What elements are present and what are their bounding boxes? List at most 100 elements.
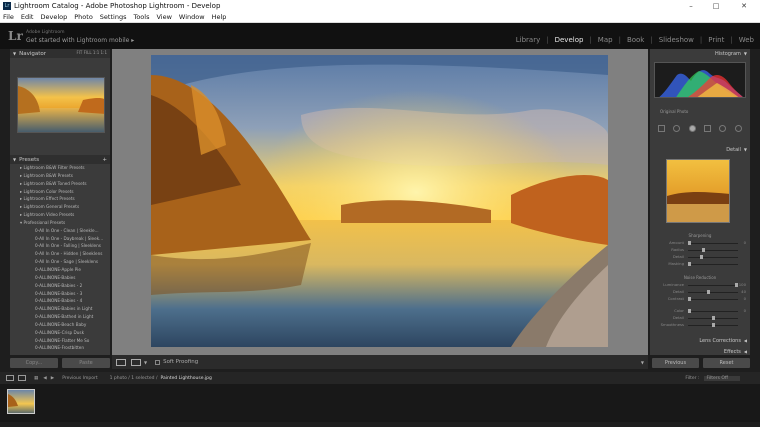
maximize-button[interactable]: □ bbox=[705, 0, 727, 12]
filmstrip-source[interactable]: Previous Import bbox=[62, 376, 97, 381]
preset-item[interactable]: 0-ALLINONE-Crisp Dusk bbox=[10, 329, 110, 337]
menu-file[interactable]: File bbox=[3, 13, 14, 21]
menu-help[interactable]: Help bbox=[212, 13, 227, 21]
navigator-header[interactable]: ▼ Navigator FIT FILL 1:1 1:1 bbox=[10, 49, 110, 58]
slider-knob[interactable] bbox=[688, 262, 691, 266]
paste-button[interactable]: Paste bbox=[62, 358, 110, 368]
red-eye-icon[interactable] bbox=[688, 124, 696, 132]
preset-item[interactable]: 0-ALLINONE-Babies in Light bbox=[10, 305, 110, 313]
mobile-prompt[interactable]: Get started with Lightroom mobile ▸ bbox=[26, 37, 134, 44]
contrast-slider[interactable]: Contrast 0 bbox=[656, 296, 746, 302]
module-web[interactable]: Web bbox=[739, 36, 754, 44]
menu-develop[interactable]: Develop bbox=[40, 13, 67, 21]
masking-slider[interactable]: Masking bbox=[656, 261, 746, 267]
slider-knob[interactable] bbox=[702, 248, 706, 252]
zoom-options[interactable]: FIT FILL 1:1 1:1 bbox=[76, 50, 107, 55]
close-button[interactable]: ✕ bbox=[733, 0, 755, 12]
preset-folder[interactable]: ▸ Lightroom B&W Filter Presets bbox=[10, 164, 110, 172]
brush-tool-icon[interactable] bbox=[734, 124, 742, 132]
amount-slider[interactable]: Amount 0 bbox=[656, 240, 746, 246]
dropdown-icon[interactable]: ▼ bbox=[144, 360, 147, 365]
slider-knob[interactable] bbox=[688, 241, 691, 245]
menu-view[interactable]: View bbox=[156, 13, 171, 21]
main-photo[interactable] bbox=[151, 55, 608, 347]
preset-item[interactable]: 0-ALLINONE-Apple Pie bbox=[10, 266, 110, 274]
preset-item[interactable]: 0-All In One - Hidden | Sleeklens bbox=[10, 250, 110, 258]
filter-dropdown[interactable]: Filters Off bbox=[704, 375, 740, 381]
menu-edit[interactable]: Edit bbox=[21, 13, 34, 21]
preset-item[interactable]: 0-All In One - Clean | Sleekle... bbox=[10, 227, 110, 235]
filename: Painted Lighthouse.jpg bbox=[160, 375, 212, 381]
preset-folder[interactable]: ▾ Professional Presets bbox=[10, 219, 110, 227]
loupe-view-icon[interactable] bbox=[116, 358, 126, 366]
monitor-2-icon[interactable] bbox=[18, 375, 26, 381]
lens-corrections-header[interactable]: Lens Corrections ◀ bbox=[650, 336, 750, 345]
toolbar-menu-icon[interactable]: ▼ bbox=[641, 360, 644, 365]
menu-window[interactable]: Window bbox=[179, 13, 205, 21]
radial-filter-icon[interactable] bbox=[719, 124, 727, 132]
preset-item[interactable]: 0-All In One - Falling | Sleeklens bbox=[10, 242, 110, 250]
add-icon[interactable]: + bbox=[102, 157, 107, 163]
radius-slider[interactable]: Radius bbox=[656, 247, 746, 253]
slider-knob[interactable] bbox=[735, 283, 738, 287]
effects-header[interactable]: Effects ◀ bbox=[650, 347, 750, 356]
preset-folder[interactable]: ▸ Lightroom Effect Presets bbox=[10, 195, 110, 203]
preset-item[interactable]: 0-All In One - Sage | Sleeklens bbox=[10, 258, 110, 266]
module-map[interactable]: Map bbox=[598, 36, 613, 44]
preset-item[interactable]: 0-ALLINONE-Babies - 4 bbox=[10, 297, 110, 305]
preset-item[interactable]: 0-ALLINONE-Beach Baby bbox=[10, 321, 110, 329]
preset-item[interactable]: 0-ALLINONE-Bathed in Light bbox=[10, 313, 110, 321]
toolbar: ▼ Soft Proofing ▼ bbox=[112, 355, 648, 369]
module-slideshow[interactable]: Slideshow bbox=[659, 36, 694, 44]
preset-folder[interactable]: ▸ Lightroom General Presets bbox=[10, 203, 110, 211]
back-arrow-icon[interactable]: ◀ bbox=[43, 376, 46, 381]
slider-knob[interactable] bbox=[688, 309, 691, 313]
grid-icon[interactable]: ▦ bbox=[34, 376, 38, 381]
module-library[interactable]: Library bbox=[516, 36, 540, 44]
preset-folder[interactable]: ▸ Lightroom Video Presets bbox=[10, 211, 110, 219]
soft-proofing-checkbox[interactable] bbox=[155, 359, 161, 365]
preset-folder[interactable]: ▸ Lightroom B&W Presets bbox=[10, 172, 110, 180]
slider-knob[interactable] bbox=[711, 323, 715, 327]
slider-knob[interactable] bbox=[706, 290, 710, 294]
preset-item[interactable]: 0-ALLINONE-Babies - 3 bbox=[10, 290, 110, 298]
slider-knob[interactable] bbox=[688, 297, 691, 301]
spot-removal-icon[interactable] bbox=[673, 124, 681, 132]
navigator-preview[interactable] bbox=[17, 77, 105, 133]
crop-tool-icon[interactable] bbox=[658, 124, 666, 132]
graduated-filter-icon[interactable] bbox=[704, 124, 712, 132]
reset-button[interactable]: Reset bbox=[703, 358, 750, 368]
forward-arrow-icon[interactable]: ▶ bbox=[51, 376, 54, 381]
menu-settings[interactable]: Settings bbox=[100, 13, 127, 21]
module-develop[interactable]: Develop bbox=[555, 36, 584, 44]
detail-preview[interactable] bbox=[666, 159, 730, 223]
preset-item[interactable]: 0-ALLINONE-Flatter Me So bbox=[10, 337, 110, 345]
monitor-1-icon[interactable] bbox=[6, 375, 14, 381]
color-detail-slider[interactable]: Detail bbox=[656, 315, 746, 321]
noise-detail-slider[interactable]: Detail 40 bbox=[656, 289, 746, 295]
presets-header[interactable]: ▼ Presets + bbox=[10, 155, 110, 164]
detail-header[interactable]: Detail ▼ bbox=[650, 145, 750, 154]
preset-item[interactable]: 0-ALLINONE-Babies - 2 bbox=[10, 282, 110, 290]
preset-item[interactable]: 0-ALLINONE-Frostbitten bbox=[10, 344, 110, 352]
slider-knob[interactable] bbox=[711, 316, 715, 320]
slider-knob[interactable] bbox=[699, 255, 703, 259]
module-book[interactable]: Book bbox=[627, 36, 644, 44]
color-slider[interactable]: Color 0 bbox=[656, 308, 746, 314]
sharpen-detail-slider[interactable]: Detail bbox=[656, 254, 746, 260]
luminance-slider[interactable]: Luminance 100 bbox=[656, 282, 746, 288]
menu-tools[interactable]: Tools bbox=[133, 13, 149, 21]
smoothness-slider[interactable]: Smoothness bbox=[656, 322, 746, 328]
filmstrip-thumbnail[interactable] bbox=[7, 389, 35, 414]
preset-item[interactable]: 0-All In One - Daybreak | Sleek... bbox=[10, 235, 110, 243]
preset-folder[interactable]: ▸ Lightroom B&W Toned Presets bbox=[10, 180, 110, 188]
preset-folder[interactable]: ▸ Lightroom Color Presets bbox=[10, 188, 110, 196]
minimize-button[interactable]: – bbox=[680, 0, 702, 12]
before-after-icon[interactable] bbox=[131, 358, 141, 366]
module-print[interactable]: Print bbox=[708, 36, 724, 44]
previous-button[interactable]: Previous bbox=[652, 358, 699, 368]
copy-button[interactable]: Copy... bbox=[10, 358, 58, 368]
menu-photo[interactable]: Photo bbox=[74, 13, 93, 21]
histogram-header[interactable]: Histogram ▼ bbox=[650, 49, 750, 58]
preset-item[interactable]: 0-ALLINONE-Babies bbox=[10, 274, 110, 282]
